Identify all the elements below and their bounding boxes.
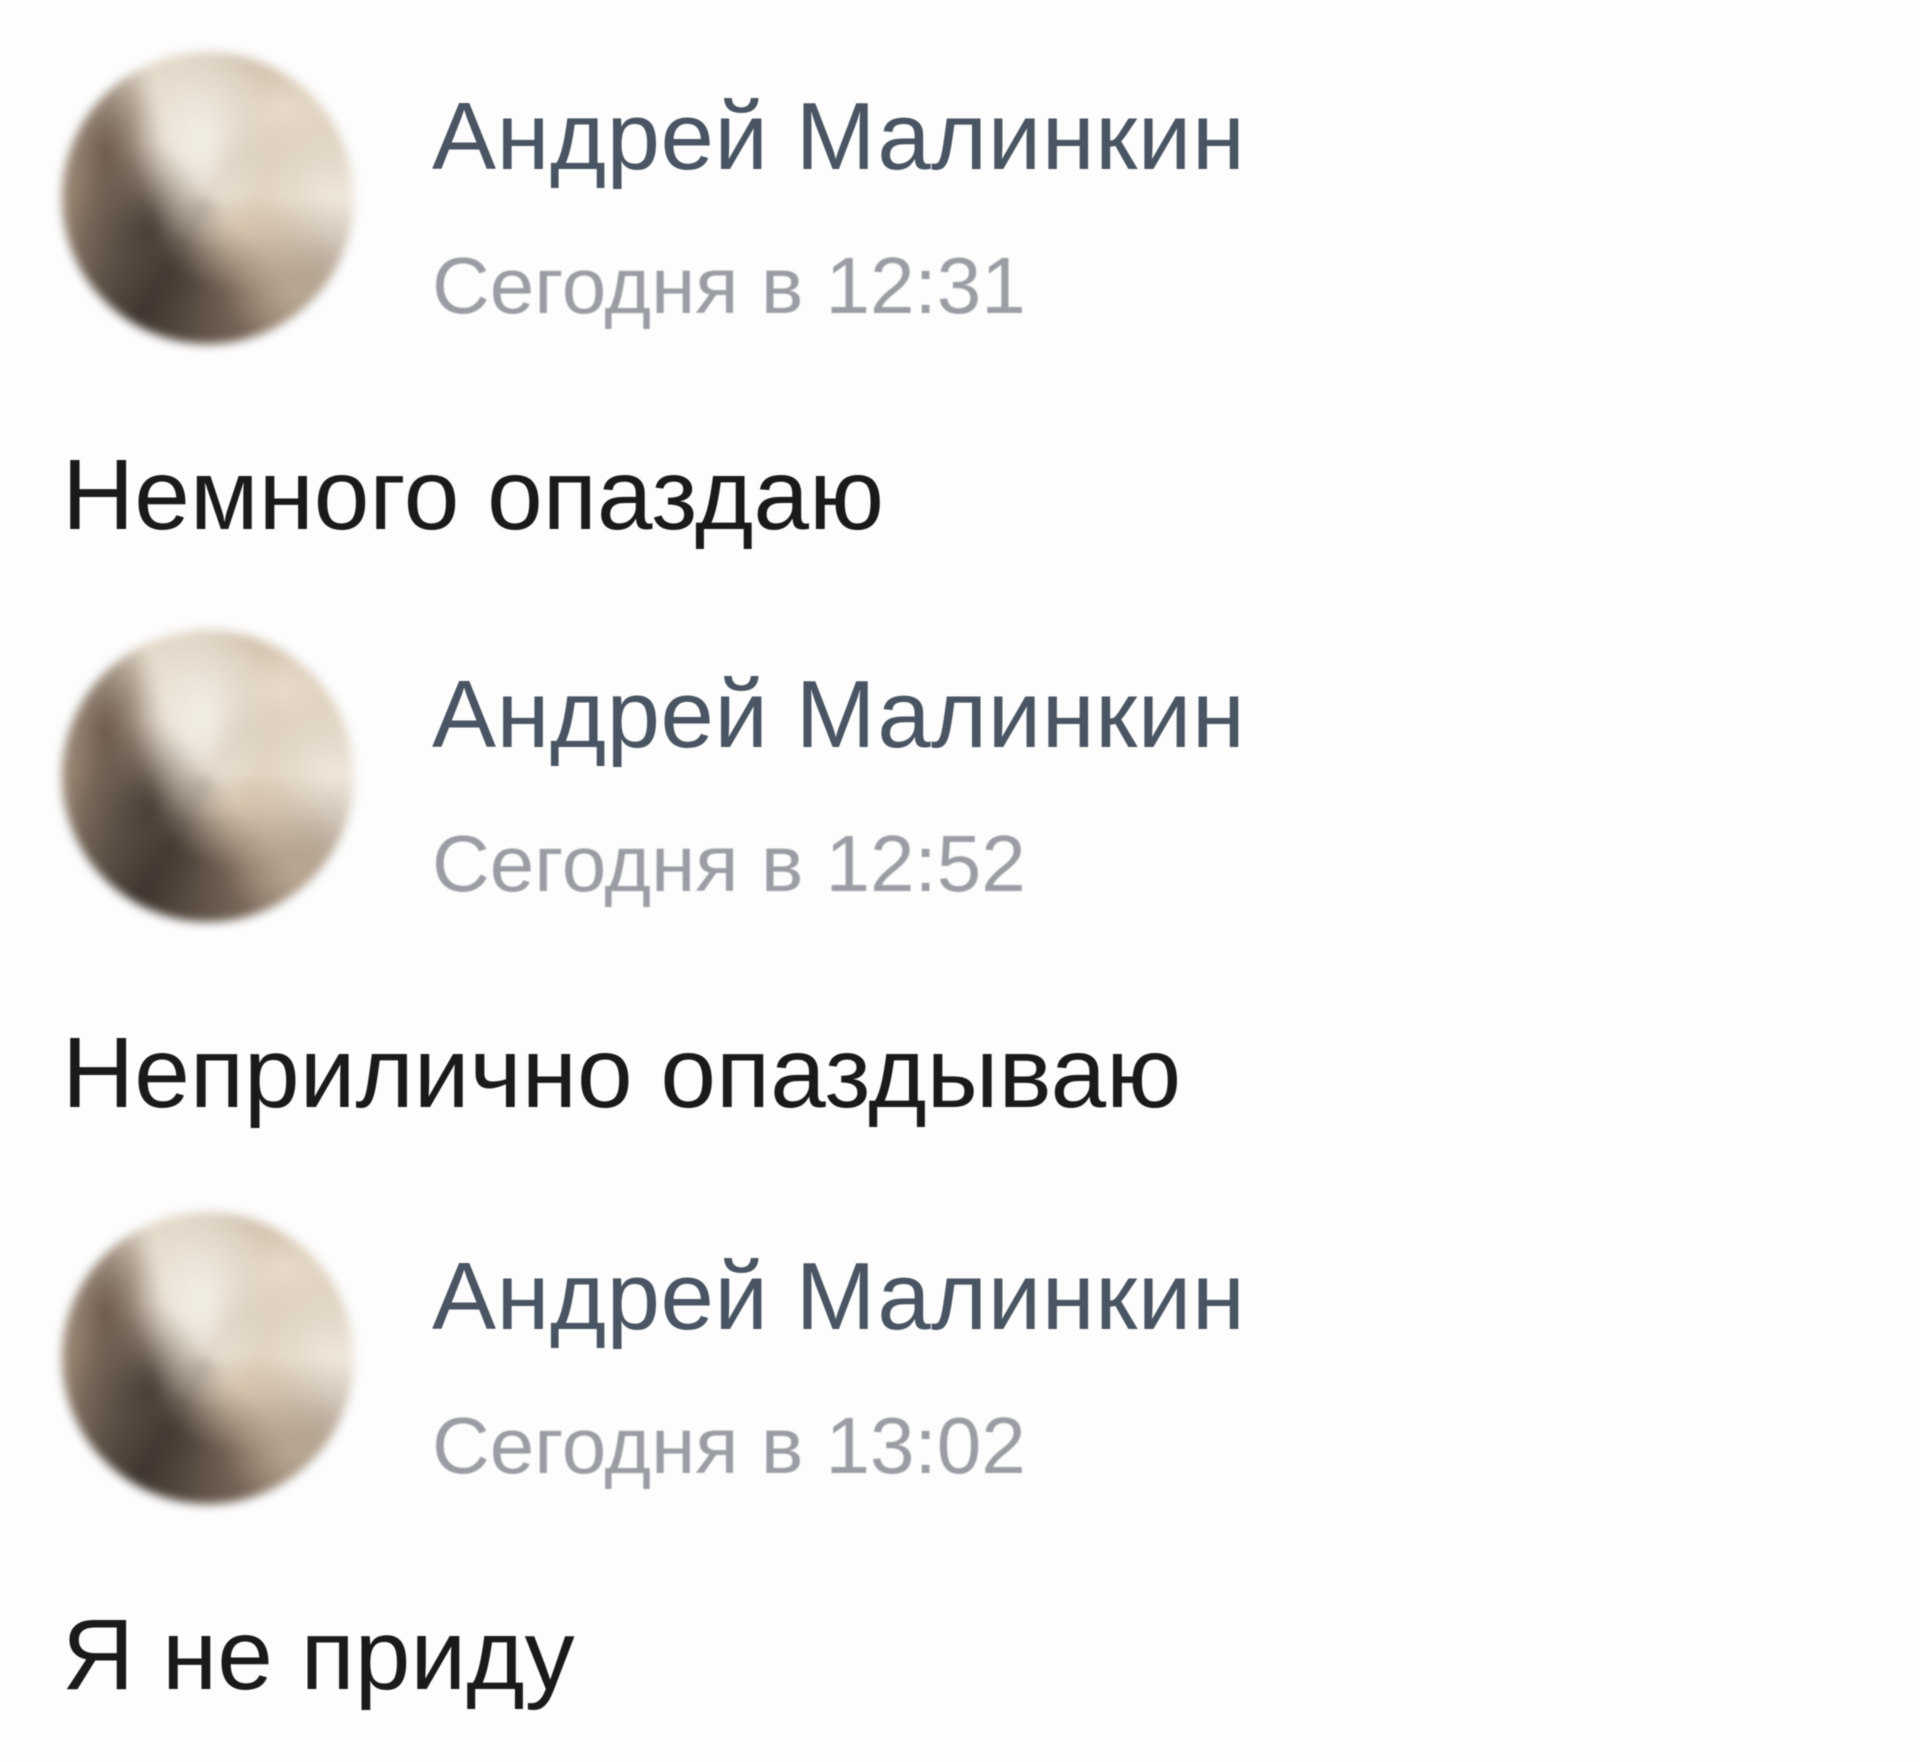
message-item: Андрей Малинкин Сегодня в 12:31 Немного …	[0, 0, 1920, 560]
author-name[interactable]: Андрей Малинкин	[432, 1242, 1245, 1352]
message-item: Андрей Малинкин Сегодня в 13:02 Я не при…	[0, 1160, 1920, 1720]
message-text: Неприлично опаздываю	[62, 1017, 1182, 1129]
avatar[interactable]	[62, 52, 354, 344]
message-text: Немного опаздаю	[62, 439, 884, 551]
message-item: Андрей Малинкин Сегодня в 12:52 Неприлич…	[0, 578, 1920, 1138]
author-name[interactable]: Андрей Малинкин	[432, 82, 1245, 192]
author-name[interactable]: Андрей Малинкин	[432, 660, 1245, 770]
message-feed: Андрей Малинкин Сегодня в 12:31 Немного …	[0, 0, 1920, 1762]
message-timestamp: Сегодня в 12:31	[432, 241, 1026, 330]
avatar[interactable]	[62, 630, 354, 922]
message-timestamp: Сегодня в 13:02	[432, 1401, 1026, 1490]
message-timestamp: Сегодня в 12:52	[432, 819, 1026, 908]
avatar[interactable]	[62, 1212, 354, 1504]
message-text: Я не приду	[62, 1599, 575, 1711]
